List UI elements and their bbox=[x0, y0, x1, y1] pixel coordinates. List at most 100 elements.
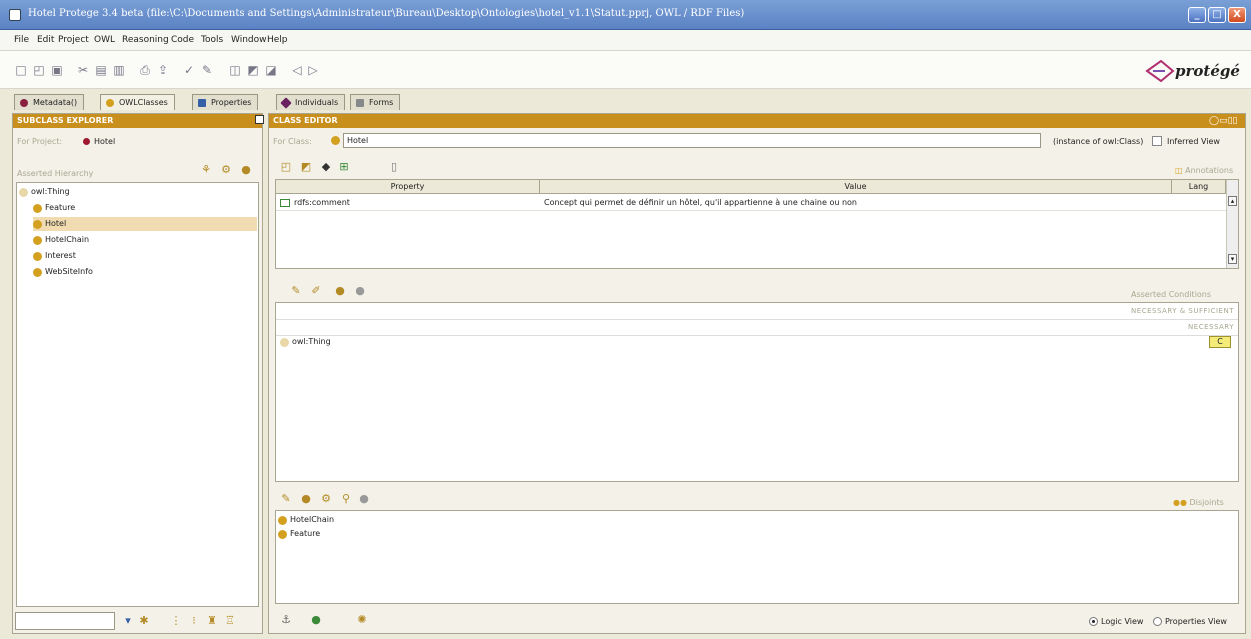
create-subclass-icon[interactable]: ⚘ bbox=[199, 163, 213, 177]
minimize-button[interactable]: _ bbox=[1188, 7, 1206, 23]
disabled-disjoint-icon: ● bbox=[359, 492, 369, 505]
condition-badge: C bbox=[1209, 336, 1231, 348]
view-annotation-icon[interactable]: ⊞ bbox=[337, 160, 351, 174]
class-search-field[interactable] bbox=[15, 612, 115, 630]
tree-node-owl-thing[interactable]: owl:Thing bbox=[19, 185, 257, 199]
export-icon[interactable]: ⇪ bbox=[156, 63, 170, 77]
disjoint-hotelchain[interactable]: HotelChain bbox=[278, 513, 478, 527]
tab-metadata[interactable]: Metadata() bbox=[14, 94, 85, 110]
column-header-value[interactable]: Value bbox=[540, 180, 1172, 194]
delete-class-icon[interactable]: ● bbox=[239, 163, 253, 177]
class-view-icon[interactable]: ◫ bbox=[228, 63, 242, 77]
scroll-up-icon[interactable]: ▴ bbox=[1228, 196, 1237, 206]
column-header-lang[interactable]: Lang bbox=[1172, 180, 1226, 194]
section-divider bbox=[276, 319, 1238, 320]
disjoint-feature[interactable]: Feature bbox=[278, 527, 478, 541]
menu-tools[interactable]: Tools bbox=[201, 35, 223, 45]
logic-view-radio[interactable] bbox=[1089, 617, 1098, 626]
check-icon[interactable]: ✓ bbox=[182, 63, 196, 77]
menu-project[interactable]: Project bbox=[58, 35, 89, 45]
remove-condition-icon[interactable]: ● bbox=[333, 284, 347, 298]
add-annotation-icon[interactable]: ◰ bbox=[279, 160, 293, 174]
add-all-siblings-icon[interactable]: ● bbox=[299, 492, 313, 506]
properties-icon bbox=[198, 99, 206, 107]
menu-reasoning[interactable]: Reasoning bbox=[122, 35, 169, 45]
copy-icon[interactable]: ▤ bbox=[94, 63, 108, 77]
add-disjoint-expression-icon[interactable]: ⚙ bbox=[319, 492, 333, 506]
settings-icon[interactable]: ✺ bbox=[355, 613, 369, 627]
menu-edit[interactable]: Edit bbox=[37, 35, 54, 45]
class-name-field[interactable]: Hotel bbox=[343, 133, 1041, 148]
main-toolbar: □ ◰ ▣ ✂ ▤ ▥ ⎙ ⇪ ✓ ✎ ◫ ◩ ◪ ◁ ▷ protégé bbox=[0, 51, 1251, 89]
expand-all-icon[interactable]: ⋮ bbox=[169, 614, 183, 628]
properties-view-radio[interactable] bbox=[1153, 617, 1162, 626]
menu-help[interactable]: Help bbox=[267, 35, 288, 45]
menu-owl[interactable]: OWL bbox=[94, 35, 115, 45]
properties-button-icon[interactable]: ⚓ bbox=[279, 613, 293, 627]
tree-node-hotel[interactable]: Hotel bbox=[33, 217, 257, 231]
paste-icon[interactable]: ▥ bbox=[112, 63, 126, 77]
open-project-icon[interactable]: ◰ bbox=[32, 63, 46, 77]
tab-forms[interactable]: Forms bbox=[350, 94, 401, 110]
disjoints-label: ●● Disjoints bbox=[1173, 498, 1224, 507]
add-disjoint-icon[interactable]: ✎ bbox=[279, 492, 293, 506]
instances-icon[interactable]: ● bbox=[309, 613, 323, 627]
individual-view-icon[interactable]: ◪ bbox=[264, 63, 278, 77]
header-window-controls-icon[interactable]: ◯▭▯▯ bbox=[1209, 116, 1237, 126]
create-sibling-icon[interactable]: ⚙ bbox=[219, 163, 233, 177]
annotations-scrollbar[interactable]: ▴ ▾ bbox=[1226, 180, 1238, 268]
disjoints-icon: ●● bbox=[1173, 498, 1190, 507]
class-icon bbox=[33, 220, 42, 229]
delete-annotation-icon[interactable]: ▯ bbox=[387, 160, 401, 174]
classify-icon[interactable]: ✎ bbox=[200, 63, 214, 77]
close-button[interactable]: X bbox=[1228, 7, 1246, 23]
cut-icon[interactable]: ✂ bbox=[76, 63, 90, 77]
inferred-view-checkbox[interactable] bbox=[1152, 136, 1162, 146]
window-titlebar: Hotel Protege 3.4 beta (file:\C:\Documen… bbox=[0, 0, 1251, 30]
menu-code[interactable]: Code bbox=[171, 35, 194, 45]
metadata-icon bbox=[20, 99, 28, 107]
search-dropdown-icon[interactable]: ▾ bbox=[121, 614, 135, 628]
annotation-property-icon[interactable]: ◆ bbox=[319, 160, 333, 174]
tab-individuals[interactable]: Individuals bbox=[276, 94, 346, 110]
save-project-icon[interactable]: ▣ bbox=[50, 63, 64, 77]
add-named-class-icon[interactable]: ✐ bbox=[309, 284, 323, 298]
property-view-icon[interactable]: ◩ bbox=[246, 63, 260, 77]
class-editor-panel: CLASS EDITOR ◯▭▯▯ For Class: Hotel (inst… bbox=[268, 113, 1246, 634]
tree-node-feature[interactable]: Feature bbox=[33, 201, 257, 215]
condition-owl-thing[interactable]: owl:Thing bbox=[280, 335, 480, 349]
protege-logo: protégé bbox=[1143, 57, 1243, 85]
tree-node-websiteinfo[interactable]: WebSiteInfo bbox=[33, 265, 257, 279]
scroll-down-icon[interactable]: ▾ bbox=[1228, 254, 1237, 264]
tree-node-hotelchain[interactable]: HotelChain bbox=[33, 233, 257, 247]
print-icon[interactable]: ⎙ bbox=[138, 63, 152, 77]
panel-collapse-icon[interactable] bbox=[255, 115, 264, 124]
tab-owlclasses[interactable]: OWLClasses bbox=[100, 94, 175, 110]
find-class-icon[interactable]: ✱ bbox=[137, 614, 151, 628]
inferred-view-label: Inferred View bbox=[1167, 137, 1220, 146]
new-project-icon[interactable]: □ bbox=[14, 63, 28, 77]
add-annotation-value-icon[interactable]: ◩ bbox=[299, 160, 313, 174]
menu-bar: File Edit Project OWL Reasoning Code Too… bbox=[0, 30, 1251, 51]
references-icon[interactable]: ♖ bbox=[223, 614, 237, 628]
conditions-table: NECESSARY & SUFFICIENT NECESSARY owl:Thi… bbox=[275, 302, 1239, 482]
remove-disjoint-icon[interactable]: ⚲ bbox=[339, 492, 353, 506]
annotations-label: ◫ Annotations bbox=[1175, 166, 1234, 175]
maximize-button[interactable]: □ bbox=[1208, 7, 1226, 23]
back-arrow-icon[interactable]: ◁ bbox=[290, 63, 304, 77]
annotation-value: Concept qui permet de définir un hôtel, … bbox=[544, 198, 858, 207]
class-icon bbox=[33, 236, 42, 245]
menu-window[interactable]: Window bbox=[231, 35, 267, 45]
table-row[interactable]: rdfs:comment Concept qui permet de défin… bbox=[276, 195, 1226, 211]
column-header-property[interactable]: Property bbox=[276, 180, 540, 194]
move-class-icon[interactable]: ♜ bbox=[205, 614, 219, 628]
disjoints-list: HotelChain Feature bbox=[275, 510, 1239, 604]
instance-of-label: (instance of owl:Class) bbox=[1053, 137, 1144, 146]
menu-file[interactable]: File bbox=[14, 35, 29, 45]
tab-properties[interactable]: Properties bbox=[192, 94, 259, 110]
class-editor-header: CLASS EDITOR bbox=[269, 114, 1245, 128]
tree-node-interest[interactable]: Interest bbox=[33, 249, 257, 263]
create-restriction-icon[interactable]: ✎ bbox=[289, 284, 303, 298]
collapse-icon[interactable]: ⁝ bbox=[187, 614, 201, 628]
forward-arrow-icon[interactable]: ▷ bbox=[306, 63, 320, 77]
